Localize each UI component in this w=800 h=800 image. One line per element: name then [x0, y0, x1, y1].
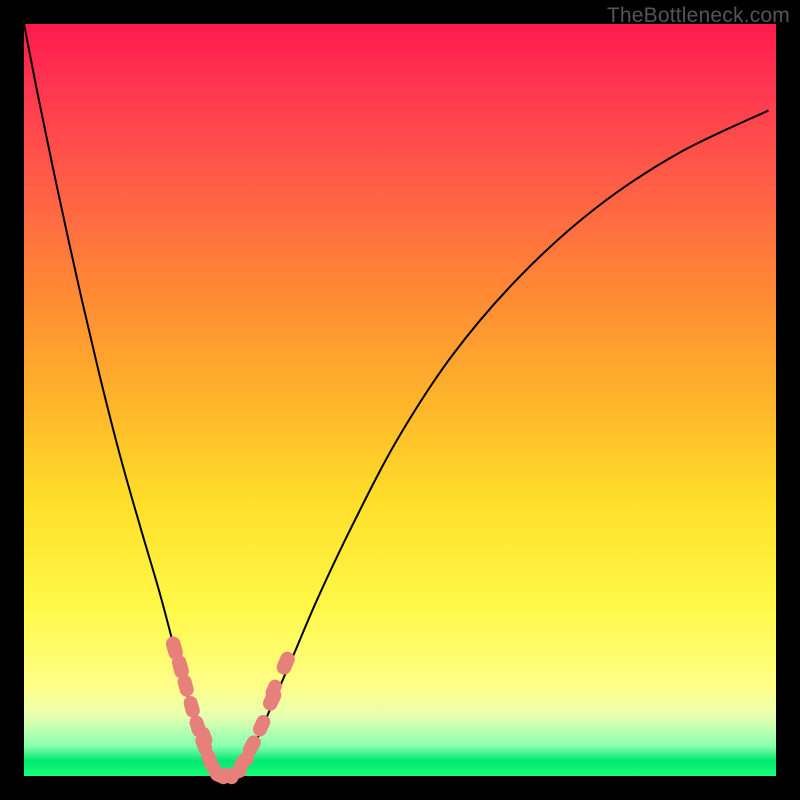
curve-marker	[251, 713, 273, 739]
curve-marker	[182, 694, 201, 719]
bottleneck-curve	[24, 24, 768, 777]
curve-markers	[164, 635, 297, 787]
chart-frame	[24, 24, 776, 776]
bottleneck-plot	[24, 24, 776, 776]
watermark-text: TheBottleneck.com	[607, 4, 790, 28]
